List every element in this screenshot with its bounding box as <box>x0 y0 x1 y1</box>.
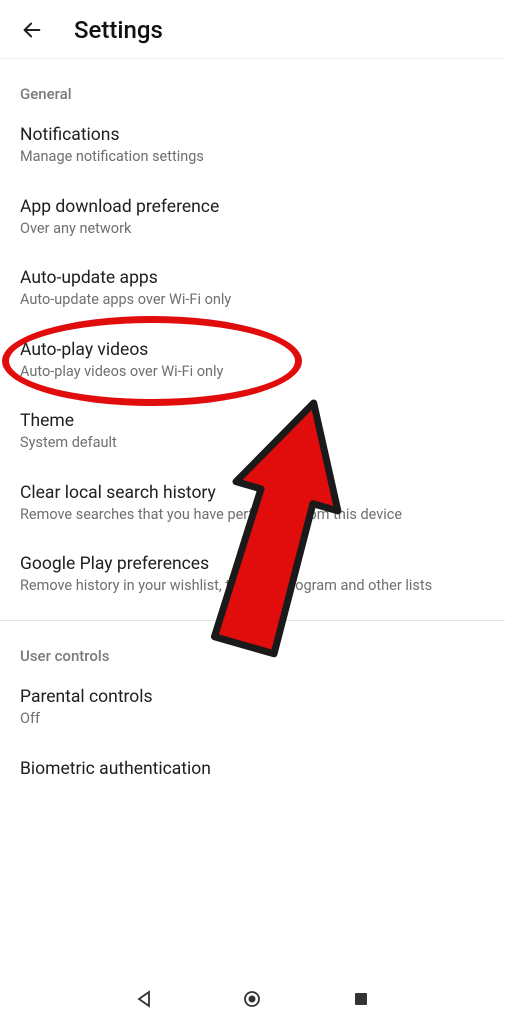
setting-title: Notifications <box>20 125 485 145</box>
setting-subtitle: Manage notification settings <box>20 147 485 167</box>
setting-clear-local-search-history[interactable]: Clear local search history Remove search… <box>0 469 505 541</box>
setting-auto-update-apps[interactable]: Auto-update apps Auto-update apps over W… <box>0 254 505 326</box>
setting-auto-play-videos[interactable]: Auto-play videos Auto-play videos over W… <box>0 326 505 398</box>
setting-subtitle: Auto-update apps over Wi-Fi only <box>20 290 485 310</box>
setting-title: Parental controls <box>20 687 485 707</box>
setting-subtitle: Remove history in your wishlist, the Bet… <box>20 576 485 596</box>
nav-recents-button[interactable] <box>349 987 373 1011</box>
android-nav-bar <box>0 974 505 1024</box>
setting-subtitle: System default <box>20 433 485 453</box>
setting-parental-controls[interactable]: Parental controls Off <box>0 673 505 745</box>
setting-title: Google Play preferences <box>20 554 485 574</box>
setting-google-play-preferences[interactable]: Google Play preferences Remove history i… <box>0 540 505 612</box>
setting-app-download-preference[interactable]: App download preference Over any network <box>0 183 505 255</box>
page-title: Settings <box>74 16 163 44</box>
setting-theme[interactable]: Theme System default <box>0 397 505 469</box>
setting-title: Auto-play videos <box>20 340 485 360</box>
app-header: Settings <box>0 0 505 59</box>
setting-biometric-authentication[interactable]: Biometric authentication <box>0 745 505 779</box>
nav-home-button[interactable] <box>240 987 264 1011</box>
setting-title: Biometric authentication <box>20 759 485 779</box>
settings-list: General Notifications Manage notificatio… <box>0 59 505 785</box>
triangle-back-icon <box>134 989 154 1009</box>
setting-title: Theme <box>20 411 485 431</box>
setting-subtitle: Auto-play videos over Wi-Fi only <box>20 362 485 382</box>
setting-subtitle: Remove searches that you have performed … <box>20 505 485 525</box>
section-user-controls-header: User controls <box>0 621 505 673</box>
square-recents-icon <box>351 989 371 1009</box>
setting-notifications[interactable]: Notifications Manage notification settin… <box>0 111 505 183</box>
setting-subtitle: Over any network <box>20 219 485 239</box>
nav-back-button[interactable] <box>132 987 156 1011</box>
setting-title: Clear local search history <box>20 483 485 503</box>
setting-title: App download preference <box>20 197 485 217</box>
setting-subtitle: Off <box>20 709 485 729</box>
arrow-back-icon <box>21 19 43 41</box>
section-general-header: General <box>0 59 505 111</box>
circle-home-icon <box>242 989 262 1009</box>
back-button[interactable] <box>18 16 46 44</box>
setting-title: Auto-update apps <box>20 268 485 288</box>
